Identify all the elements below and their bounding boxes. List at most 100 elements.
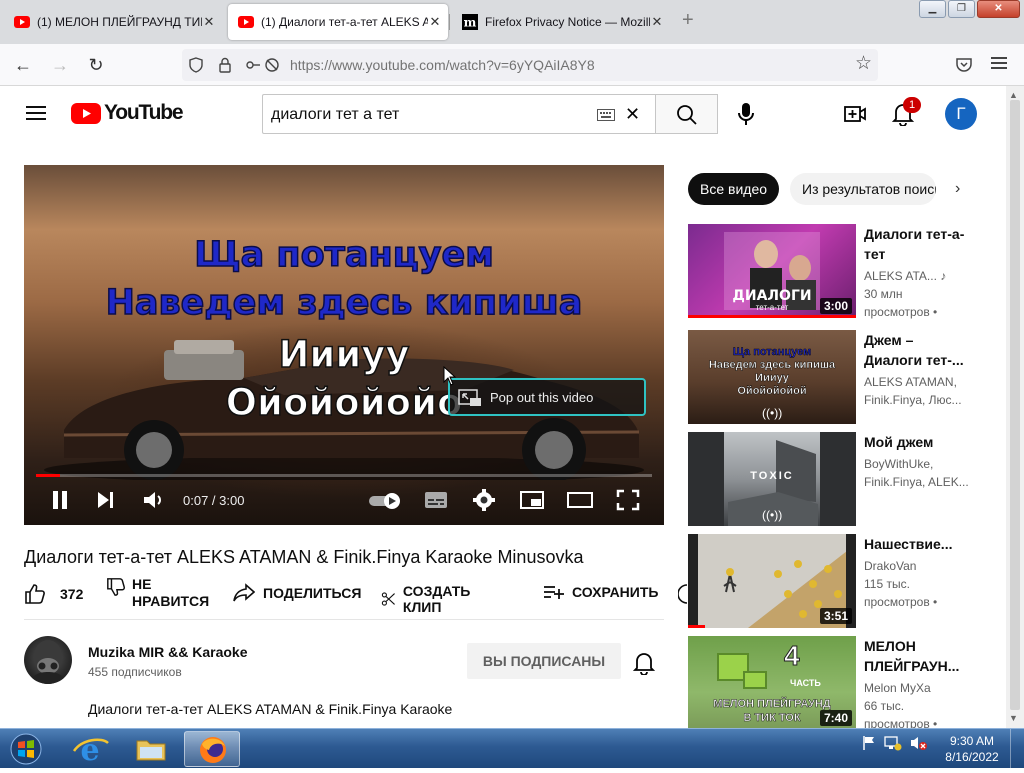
video-duration: 3:00: [819, 298, 852, 314]
volume-muted-icon[interactable]: [910, 735, 928, 751]
video-thumbnail[interactable]: ДИАЛОГИ тет-а-тет 3:00: [688, 224, 856, 318]
taskbar-internet-explorer[interactable]: e: [62, 731, 118, 768]
pocket-icon[interactable]: [955, 56, 973, 74]
video-thumbnail[interactable]: 4 ЧАСТЬ МЕЛОН ПЛЕЙГРАУНД В ТИК ТОК 7:40: [688, 636, 856, 730]
video-thumbnail[interactable]: 3:51: [688, 534, 856, 628]
recommended-video-title[interactable]: Джем – Диалоги тет-...: [864, 330, 968, 370]
chip-from-search[interactable]: Из результатов поиска: [790, 173, 936, 205]
subtitles-icon[interactable]: [424, 489, 448, 511]
like-button[interactable]: 372: [24, 583, 83, 605]
scissors-icon: [381, 592, 395, 606]
browser-tab-active[interactable]: (1) Диалоги тет-а-тет ALEKS AT ✕: [228, 4, 448, 40]
scroll-up-arrow-icon[interactable]: ▲: [1009, 90, 1018, 100]
video-thumbnail[interactable]: Ща потанцуем Наведем здесь кипиша Иииуу …: [688, 330, 856, 424]
recommended-channel: BoyWithUke,: [864, 457, 934, 471]
recommended-video[interactable]: 3:51 Нашествие... DrakoVan 115 тыс. прос…: [688, 534, 998, 628]
recommended-views: 115 тыс.: [864, 577, 910, 591]
back-icon[interactable]: ←: [10, 52, 36, 78]
restore-button[interactable]: ❐: [948, 0, 975, 18]
clock-date: 8/16/2022: [945, 750, 999, 764]
recommended-video-title[interactable]: Диалоги тет-а-тет: [864, 224, 968, 264]
search-button[interactable]: [655, 94, 718, 134]
video-thumbnail[interactable]: TOXIC ((•)): [688, 432, 856, 526]
save-button[interactable]: СОХРАНИТЬ: [543, 583, 658, 601]
forward-icon[interactable]: →: [47, 52, 73, 78]
permissions-icon[interactable]: [244, 57, 280, 73]
search-box[interactable]: диалоги тет а тет ✕: [262, 94, 655, 134]
scroll-down-arrow-icon[interactable]: ▼: [1009, 713, 1018, 723]
guide-menu-icon[interactable]: [24, 102, 48, 126]
video-progress-bar[interactable]: [36, 474, 652, 477]
browser-tab[interactable]: m Firefox Privacy Notice — Mozilla ✕: [452, 4, 670, 40]
chevron-right-icon[interactable]: ›: [955, 180, 960, 198]
tracking-protection-icon[interactable]: [188, 57, 204, 73]
miniplayer-icon[interactable]: [519, 489, 545, 511]
reload-icon[interactable]: ↻: [83, 52, 109, 78]
channel-avatar[interactable]: [24, 636, 72, 684]
recommended-video[interactable]: ДИАЛОГИ тет-а-тет 3:00 Диалоги тет-а-тет…: [688, 224, 998, 319]
next-video-icon[interactable]: [96, 489, 116, 511]
recommended-video[interactable]: 4 ЧАСТЬ МЕЛОН ПЛЕЙГРАУНД В ТИК ТОК 7:40 …: [688, 636, 998, 731]
create-clip-button[interactable]: СОЗДАТЬ КЛИП: [381, 583, 477, 615]
taskbar-firefox[interactable]: [184, 731, 240, 767]
chip-all-videos[interactable]: Все видео: [688, 173, 780, 205]
network-icon[interactable]: [884, 735, 902, 751]
channel-bell-icon[interactable]: [633, 651, 655, 675]
volume-icon[interactable]: [142, 489, 166, 511]
microphone-icon[interactable]: [736, 102, 756, 126]
autoplay-toggle[interactable]: [368, 492, 404, 510]
theater-mode-icon[interactable]: [566, 489, 594, 511]
tab-close-icon[interactable]: ✕: [428, 14, 442, 30]
page-scrollbar[interactable]: ▲ ▼: [1006, 86, 1024, 728]
recommended-video-title[interactable]: МЕЛОН ПЛЕЙГРАУН...: [864, 636, 968, 676]
fullscreen-icon[interactable]: [616, 489, 640, 511]
scrollbar-thumb[interactable]: [1010, 100, 1020, 710]
action-center-flag-icon[interactable]: [862, 735, 876, 751]
url-text[interactable]: https://www.youtube.com/watch?v=6yYQAiIA…: [290, 57, 595, 73]
account-avatar[interactable]: Г: [945, 98, 977, 130]
recommended-video[interactable]: TOXIC ((•)) Мой джем BoyWithUke, Finik.F…: [688, 432, 998, 526]
close-window-button[interactable]: ✕: [977, 0, 1020, 18]
section-divider: [24, 619, 664, 620]
dislike-button[interactable]: НЕ НРАВИТСЯ: [106, 576, 209, 610]
keyboard-icon[interactable]: [597, 109, 615, 121]
recommended-video-title[interactable]: Мой джем: [864, 432, 968, 452]
karaoke-lyric-line: Иииуу: [278, 332, 411, 377]
bookmark-star-icon[interactable]: ☆: [855, 52, 872, 75]
pause-icon[interactable]: [51, 489, 69, 511]
minimize-button[interactable]: ▁: [919, 0, 946, 18]
clear-search-icon[interactable]: ✕: [625, 104, 640, 125]
url-bar[interactable]: https://www.youtube.com/watch?v=6yYQAiIA…: [182, 49, 878, 81]
share-button[interactable]: ПОДЕЛИТЬСЯ: [233, 583, 361, 603]
subscribed-button[interactable]: ВЫ ПОДПИСАНЫ: [467, 643, 621, 679]
windows-start-icon: [10, 733, 42, 765]
create-video-icon[interactable]: [843, 102, 867, 126]
subscriber-count: 455 подписчиков: [88, 665, 182, 679]
new-tab-icon[interactable]: +: [682, 9, 694, 32]
more-actions-icon[interactable]: [678, 584, 688, 604]
create-clip-label: СОЗДАТЬ КЛИП: [402, 583, 471, 615]
video-duration: 3:51: [819, 608, 852, 624]
pop-out-video-button[interactable]: Pop out this video: [448, 378, 646, 416]
taskbar-explorer[interactable]: [123, 731, 179, 767]
taskbar-clock[interactable]: 9:30 AM 8/16/2022: [940, 733, 1004, 765]
show-desktop-button[interactable]: [1010, 729, 1024, 769]
tab-close-icon[interactable]: ✕: [202, 14, 216, 30]
youtube-logo[interactable]: YouTube: [71, 101, 184, 125]
recommended-video[interactable]: Ща потанцуем Наведем здесь кипиша Иииуу …: [688, 330, 998, 424]
lock-icon[interactable]: [218, 57, 232, 73]
settings-gear-icon[interactable]: [472, 489, 496, 511]
search-input[interactable]: диалоги тет а тет: [271, 106, 399, 124]
menu-icon[interactable]: [991, 54, 1007, 72]
recommended-video-title[interactable]: Нашествие...: [864, 534, 968, 554]
tab-close-icon[interactable]: ✕: [650, 14, 664, 30]
browser-tab[interactable]: (1) МЕЛОН ПЛЕЙГРАУНД ТИК ✕: [4, 4, 222, 40]
video-player[interactable]: Ща потанцуем Наведем здесь кипиша Иииуу …: [24, 165, 664, 525]
channel-name[interactable]: Muzika MIR && Karaoke: [88, 644, 247, 660]
folder-icon: [136, 740, 166, 761]
share-label: ПОДЕЛИТЬСЯ: [263, 585, 362, 601]
start-button[interactable]: [6, 732, 46, 766]
youtube-icon: [238, 16, 254, 28]
video-duration: 7:40: [819, 710, 852, 726]
logo-text: YouTube: [104, 101, 184, 124]
